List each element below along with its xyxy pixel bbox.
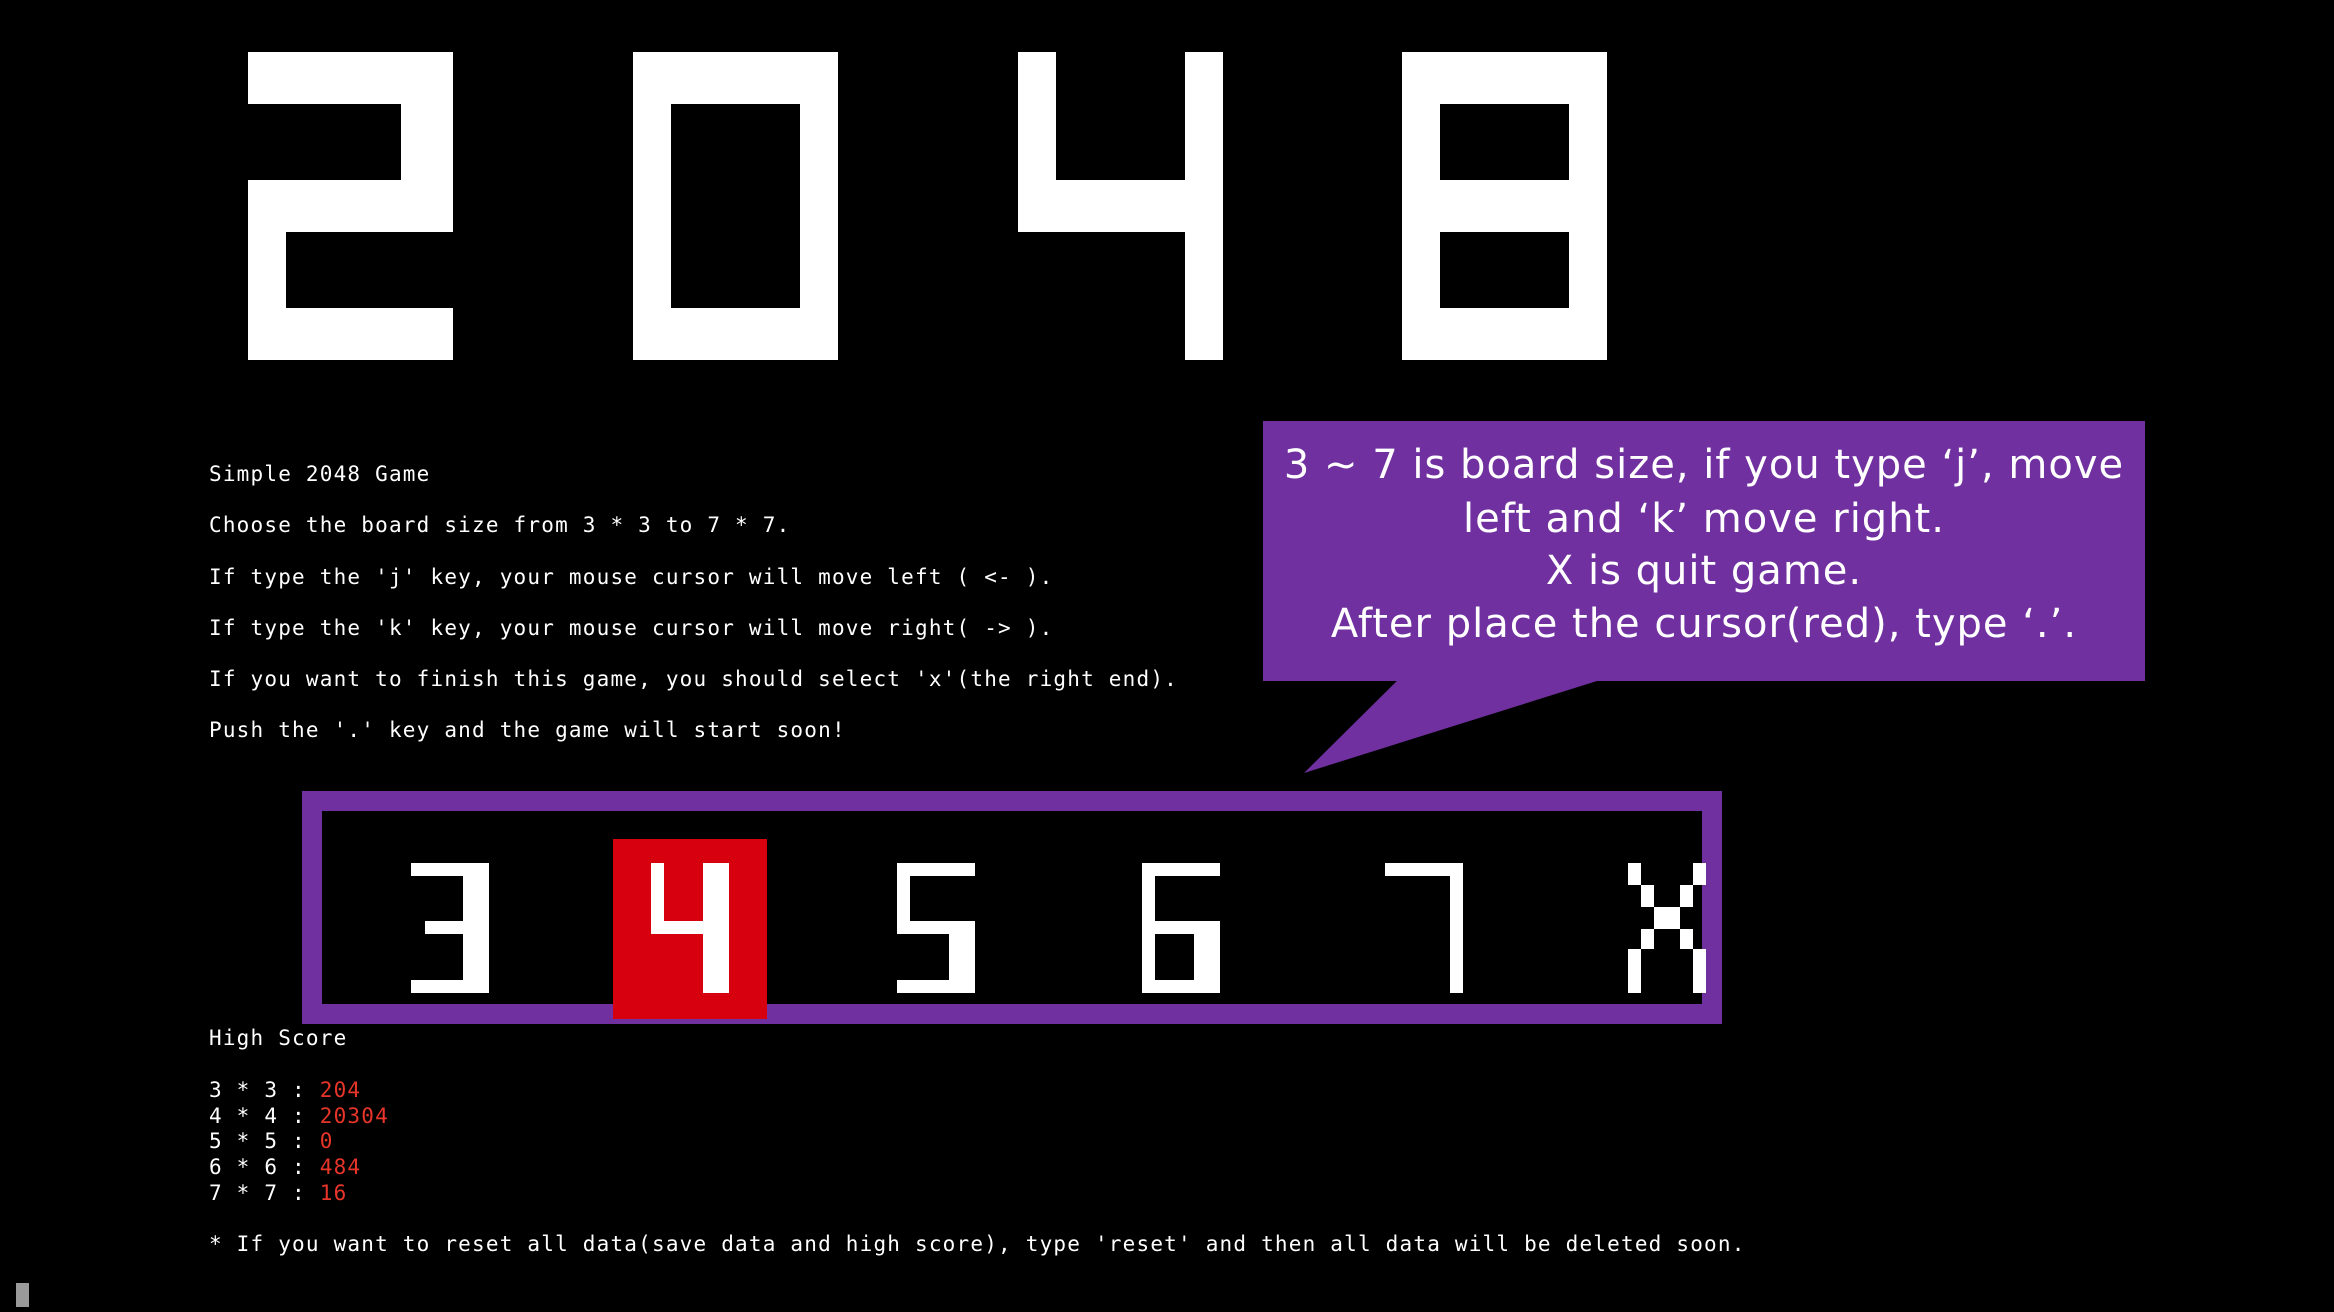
- intro-line: Simple 2048 Game: [209, 462, 431, 486]
- score-label: 3 * 3 :: [209, 1078, 320, 1102]
- intro-line: If type the 'j' key, your mouse cursor w…: [209, 565, 1054, 589]
- terminal-cursor[interactable]: [16, 1283, 29, 1307]
- title-digit-8: [1402, 52, 1607, 360]
- score-value: 20304: [319, 1104, 389, 1128]
- score-value: 0: [319, 1129, 334, 1153]
- intro-line: If type the 'k' key, your mouse cursor w…: [209, 616, 1054, 640]
- score-label: 4 * 4 :: [209, 1104, 320, 1128]
- score-row: 3 * 3 : 204: [209, 1078, 361, 1102]
- option-6[interactable]: 6: [1102, 839, 1256, 1019]
- callout-line: X is quit game.: [1545, 548, 1863, 594]
- option-5[interactable]: 5: [857, 839, 1011, 1019]
- score-row: 6 * 6 : 484: [209, 1155, 361, 1179]
- score-row: 7 * 7 : 16: [209, 1181, 347, 1205]
- option-4[interactable]: 4: [613, 839, 767, 1019]
- callout-line: After place the cursor(red), type ‘.’.: [1330, 601, 2078, 647]
- score-label: 6 * 6 :: [209, 1155, 320, 1179]
- reset-note: * If you want to reset all data(save dat…: [209, 1232, 1746, 1256]
- intro-line: Choose the board size from 3 * 3 to 7 * …: [209, 513, 791, 537]
- game-title-logo: 2048: [0, 0, 2334, 400]
- score-row: 5 * 5 : 0: [209, 1129, 334, 1153]
- score-label: 7 * 7 :: [209, 1181, 320, 1205]
- score-row: 4 * 4 : 20304: [209, 1104, 389, 1128]
- board-size-selector: 4 3 4 5 6 7 X: [302, 791, 1722, 1024]
- option-x-quit[interactable]: X: [1588, 839, 1742, 1019]
- high-score-heading: High Score: [209, 1026, 348, 1050]
- title-digit-0: [633, 52, 838, 360]
- callout-box: 3 ~ 7 is board size, if you type ‘j’, mo…: [1263, 421, 2145, 681]
- title-digit-4: [1018, 52, 1223, 360]
- callout-pointer: [1304, 670, 1632, 773]
- callout-line: left and ‘k’ move right.: [1463, 496, 1945, 542]
- option-7[interactable]: 7: [1345, 839, 1499, 1019]
- intro-line: If you want to finish this game, you sho…: [209, 667, 1179, 691]
- intro-line: Push the '.' key and the game will start…: [209, 718, 846, 742]
- score-value: 204: [319, 1078, 362, 1102]
- score-value: 16: [319, 1181, 348, 1205]
- callout-line: 3 ~ 7 is board size, if you type ‘j’, mo…: [1283, 442, 2125, 488]
- score-value: 484: [319, 1155, 362, 1179]
- option-3[interactable]: 3: [367, 839, 521, 1019]
- score-label: 5 * 5 :: [209, 1129, 320, 1153]
- title-digit-2: [248, 52, 453, 360]
